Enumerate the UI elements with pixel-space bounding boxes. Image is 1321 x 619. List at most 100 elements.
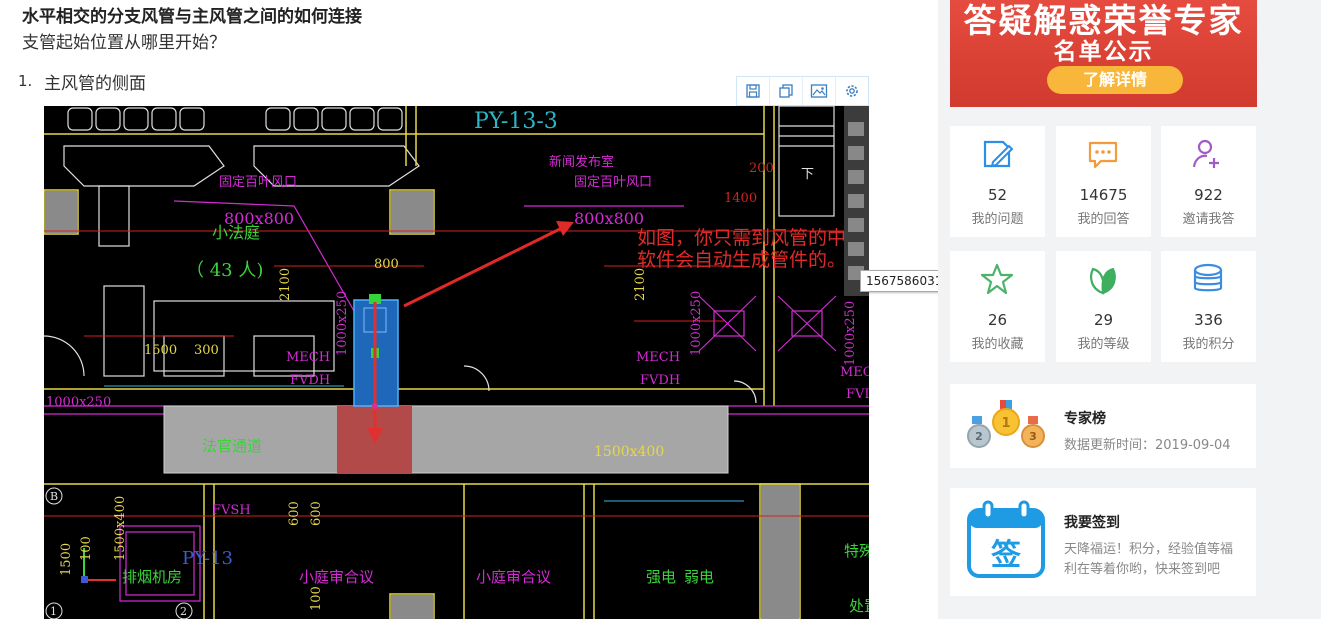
stat-value: 29 <box>1093 311 1114 329</box>
cad-label-fvdh-a: FVDH <box>290 373 330 388</box>
stat-label: 我的等级 <box>1077 337 1130 352</box>
cad-note-line2: 软件会自动生成管件的。 <box>637 249 846 271</box>
cad-label-d600: 600 <box>287 501 302 526</box>
cad-label-d200: 200 <box>749 161 774 176</box>
cad-label-d100: 100 <box>79 536 94 561</box>
cad-label-mech-b: MECH <box>636 350 680 365</box>
chat-icon <box>1088 141 1118 169</box>
calendar-icon: 签 <box>966 500 1046 580</box>
add-user-icon <box>1192 139 1219 168</box>
answer-number: 1. <box>18 72 33 90</box>
stat-label: 邀请我答 <box>1182 212 1235 227</box>
cad-label-main-duct: 1500x400 <box>594 444 664 460</box>
expert-ranking-updated: 数据更新时间：2019-09-04 <box>1064 438 1231 453</box>
stat-level[interactable]: 29 我的等级 <box>1056 251 1151 362</box>
cad-label-special: 特殊 <box>844 542 869 560</box>
banner-subtitle: 名单公示 <box>1053 39 1154 65</box>
stat-value: 336 <box>1194 311 1223 329</box>
cad-label-d800: 800 <box>374 257 399 272</box>
cad-label-1000x250-b: 1000x250 <box>689 291 704 356</box>
cad-label-1500x400: 1500x400 <box>113 496 128 561</box>
cad-label-meeting1: 小庭审合议 <box>299 568 374 586</box>
checkin-card[interactable]: 签 我要签到 天降福运！积分，经验值等福 利在等着你哟，快来签到吧 <box>950 488 1256 596</box>
cad-label-d300: 300 <box>194 343 219 358</box>
medal-bronze-label: 3 <box>1029 430 1037 443</box>
cad-label-down: 下 <box>801 167 814 182</box>
cad-label-weak: 弱电 <box>684 568 714 586</box>
medal-silver-label: 2 <box>975 430 983 443</box>
question-title: 水平相交的分支风管与主风管之间的如何连接 <box>22 7 362 27</box>
edit-icon <box>983 140 1014 168</box>
stat-label: 我的收藏 <box>971 337 1024 352</box>
stat-points[interactable]: 336 我的积分 <box>1161 251 1256 362</box>
cad-note-line1: 如图，你只需到风管的中间位置即可。 <box>637 227 869 249</box>
copy-icon[interactable] <box>770 77 803 105</box>
expert-banner[interactable]: 答疑解惑荣誉专家 名单公示 了解详情 <box>950 0 1257 107</box>
settings-icon[interactable] <box>836 77 868 105</box>
cad-label-exhaust: 排烟机房 <box>122 568 182 586</box>
star-icon <box>980 263 1014 295</box>
checkin-desc-1: 天降福运！积分，经验值等福 <box>1064 542 1234 557</box>
save-icon[interactable] <box>737 77 770 105</box>
cad-label-news: 新闻发布室 <box>549 154 614 170</box>
cad-label-people: （ 43 人) <box>186 260 263 281</box>
cad-label-1000x250-c: 1000x250 <box>843 301 858 366</box>
cad-label-d100b: 100 <box>309 586 324 611</box>
cad-label-small-court: 小法庭 <box>212 223 260 242</box>
stat-my-questions[interactable]: 52 我的问题 <box>950 126 1045 237</box>
stat-label: 我的积分 <box>1182 337 1235 352</box>
stat-value: 26 <box>987 311 1008 329</box>
cad-drawing: PY-13-3 新闻发布室 固定百叶风口 固定百叶风口 800x800 800x… <box>44 106 869 619</box>
checkin-desc-2: 利在等着你哟，快来签到吧 <box>1064 562 1221 577</box>
cad-label-fvsh: FVSH <box>212 503 251 518</box>
stat-value: 14675 <box>1079 186 1128 204</box>
checkin-title: 我要签到 <box>1064 515 1120 531</box>
image-toolbar <box>736 76 869 106</box>
cad-label-corridor: 法官通道 <box>202 437 262 455</box>
cad-label-strong: 强电 <box>646 568 676 586</box>
stat-invited[interactable]: 922 邀请我答 <box>1161 126 1256 237</box>
question-subtitle: 支管起始位置从哪里开始？ <box>22 33 226 53</box>
cad-label-py13-3: PY-13-3 <box>474 109 558 134</box>
cad-label-d1500: 1500 <box>144 343 177 358</box>
cad-label-py13: PY-13 <box>182 548 233 569</box>
leaf-icon <box>1090 267 1116 295</box>
checkin-icon-text: 签 <box>991 538 1021 573</box>
image-icon[interactable] <box>803 77 836 105</box>
stat-label: 我的回答 <box>1077 212 1130 227</box>
stat-favorites[interactable]: 26 我的收藏 <box>950 251 1045 362</box>
cad-label-d1400: 1400 <box>724 191 757 206</box>
cad-label-d1500v: 1500 <box>59 543 74 576</box>
cad-label-d2100-a: 2100 <box>278 268 293 301</box>
cad-label-d600b: 600 <box>309 501 324 526</box>
cad-label-vent1: 固定百叶风口 <box>219 175 297 190</box>
expert-ranking-title: 专家榜 <box>1064 411 1106 427</box>
medals-icon: 1 2 3 <box>967 400 1045 448</box>
cad-label-d2100-b: 2100 <box>633 268 648 301</box>
coins-icon <box>1193 263 1223 292</box>
cad-label-vent2: 固定百叶风口 <box>574 175 652 190</box>
medal-gold-label: 1 <box>1001 416 1010 431</box>
stat-my-answers[interactable]: 14675 我的回答 <box>1056 126 1151 237</box>
cad-label-mech-a: MECH <box>286 350 330 365</box>
banner-detail-button[interactable]: 了解详情 <box>1047 66 1183 94</box>
stat-value: 52 <box>987 186 1008 204</box>
cad-label-800x800-b: 800x800 <box>574 209 644 228</box>
answer-text: 主风管的侧面 <box>44 74 146 94</box>
cad-label-fvdh-b: FVDH <box>640 373 680 388</box>
cad-axis-1: 1 <box>50 605 57 618</box>
cad-axis-b: B <box>50 490 58 503</box>
sidebar: 答疑解惑荣誉专家 名单公示 了解详情 52 我的问题 14675 我的回答 92… <box>938 0 1321 619</box>
cad-label-meeting2: 小庭审合议 <box>476 568 551 586</box>
cad-axis-2: 2 <box>180 605 187 618</box>
cad-screenshot[interactable]: PY-13-3 新闻发布室 固定百叶风口 固定百叶风口 800x800 800x… <box>44 106 869 619</box>
cad-label-office: 处置 <box>849 597 869 615</box>
stat-value: 922 <box>1194 186 1223 204</box>
cad-label-1000x250-a: 1000x250 <box>335 291 350 356</box>
main-content: 水平相交的分支风管与主风管之间的如何连接 支管起始位置从哪里开始？ 1. 主风管… <box>0 0 1044 619</box>
cad-label-mech-c: MECH <box>840 365 869 380</box>
stat-label: 我的问题 <box>971 212 1024 227</box>
cad-label-1000x250-d: 1000x250 <box>46 395 111 410</box>
expert-ranking-card[interactable]: 1 2 3 专家榜 数据更新时间：2019-09-04 <box>950 384 1256 468</box>
cad-label-fvd-c: FVD <box>846 387 869 402</box>
